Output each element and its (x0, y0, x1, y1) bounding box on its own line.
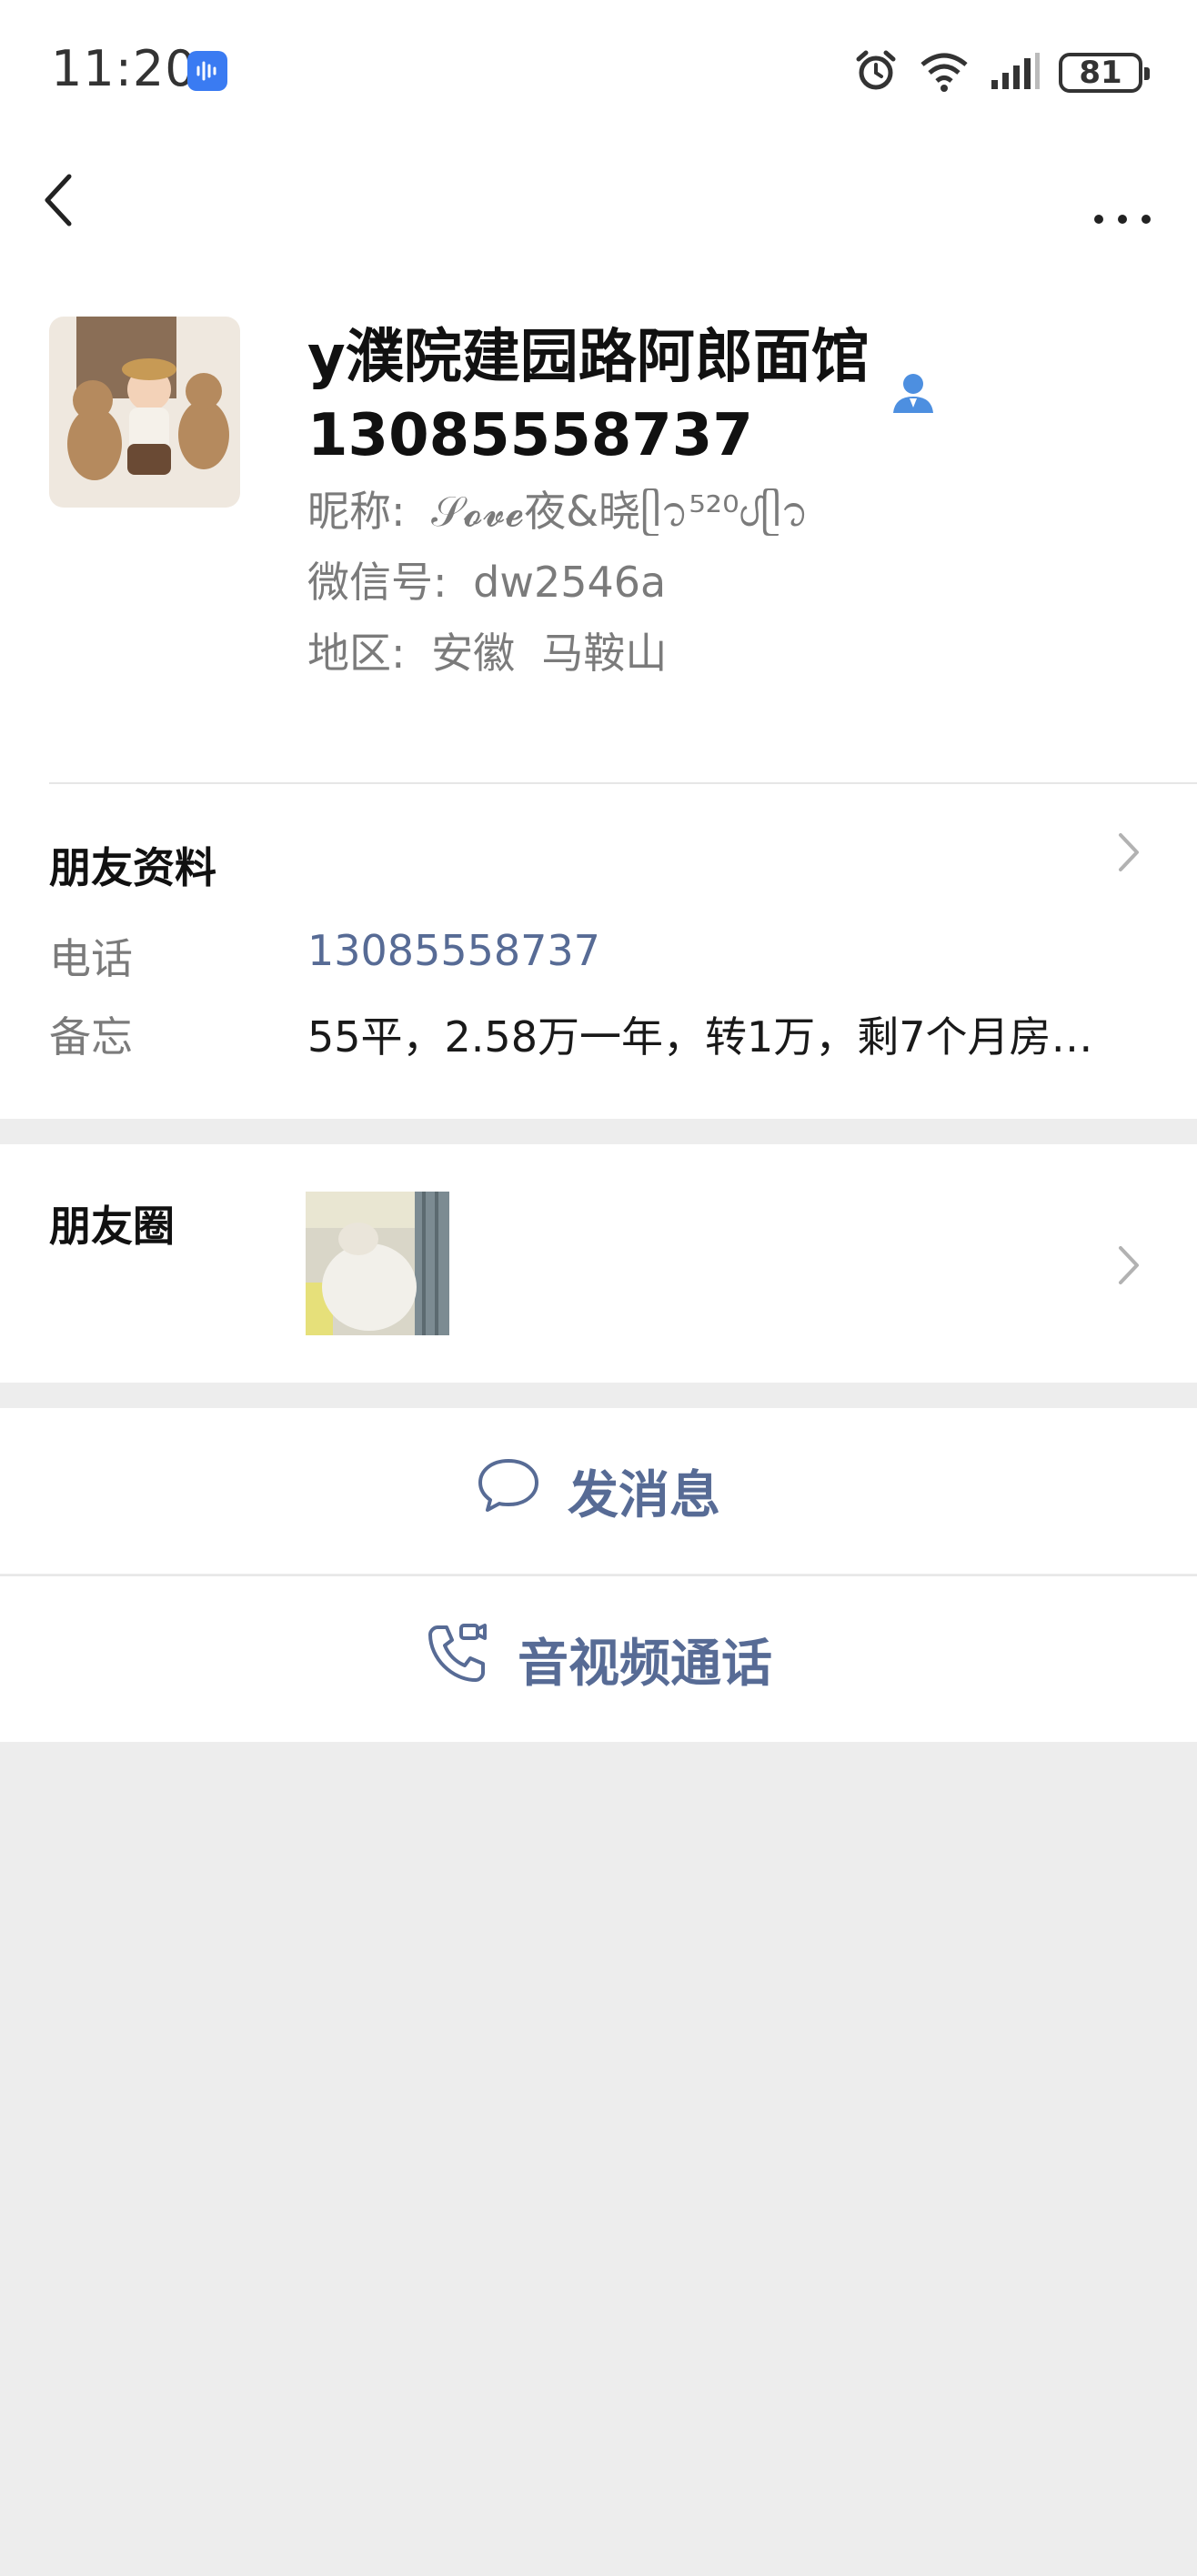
nickname-label: 昵称: (307, 487, 406, 536)
chat-bubble-icon (477, 1455, 540, 1526)
note-label: 备忘 (49, 1012, 133, 1062)
friend-info-section[interactable]: 朋友资料 电话 13085558737 备忘 55平，2.58万一年，转1万，剩… (0, 782, 1197, 1119)
region-label: 地区: (307, 629, 406, 678)
chevron-right-icon (1113, 1243, 1144, 1288)
send-message-button[interactable]: 发消息 (0, 1408, 1197, 1574)
wechat-id-value[interactable]: dw2546a (473, 558, 666, 607)
more-dots-icon (1094, 215, 1151, 224)
top-navigation (0, 146, 1197, 255)
alarm-icon (853, 48, 899, 97)
nickname-value: 𝒮𝓸𝓿𝓮夜&晓ᥫ᭡⁵²⁰ᦔᥫ᭡ (431, 487, 810, 536)
contact-person-icon (888, 367, 939, 418)
wifi-icon (917, 48, 971, 97)
send-message-label: 发消息 (568, 1465, 720, 1525)
profile-header: y濮院建园路阿郎面馆13085558737 昵称: 𝒮𝓸𝓿𝓮夜&晓ᥫ᭡⁵²⁰ᦔᥫ… (0, 255, 1197, 782)
phone-number-link[interactable]: 13085558737 (307, 926, 600, 975)
note-value: 55平，2.58万一年，转1万，剩7个月房… (307, 1012, 1093, 1062)
voice-video-call-button[interactable]: 音视频通话 (0, 1576, 1197, 1742)
friend-info-title: 朋友资料 (49, 843, 216, 892)
region-line: 地区: 安徽 马鞍山 (307, 626, 667, 680)
nickname-line: 昵称: 𝒮𝓸𝓿𝓮夜&晓ᥫ᭡⁵²⁰ᦔᥫ᭡ (307, 484, 809, 538)
moment-thumbnail[interactable] (306, 1192, 449, 1335)
status-time: 11:20 (51, 40, 197, 97)
phone-video-icon (425, 1620, 490, 1698)
contact-display-name: y濮院建园路阿郎面馆13085558737 (307, 324, 870, 469)
voice-assistant-icon (187, 51, 227, 91)
moments-title: 朋友圈 (49, 1202, 175, 1251)
avatar[interactable] (49, 317, 240, 508)
more-options-button[interactable] (1088, 167, 1161, 231)
chevron-right-icon (1113, 830, 1144, 875)
wechat-id-label: 微信号: (307, 558, 448, 607)
status-bar: 11:20 81 (0, 0, 1197, 146)
signal-icon (990, 51, 1041, 95)
voice-video-call-label: 音视频通话 (518, 1634, 772, 1694)
phone-label: 电话 (49, 934, 133, 983)
divider (49, 782, 1197, 784)
region-value: 安徽 马鞍山 (431, 629, 668, 678)
back-button[interactable] (33, 167, 96, 231)
back-arrow-icon (45, 174, 72, 226)
moments-section[interactable]: 朋友圈 (0, 1144, 1197, 1383)
wechat-id-line: 微信号: dw2546a (307, 555, 666, 609)
battery-indicator: 81 (1059, 53, 1150, 93)
status-icons: 81 (853, 45, 1150, 100)
